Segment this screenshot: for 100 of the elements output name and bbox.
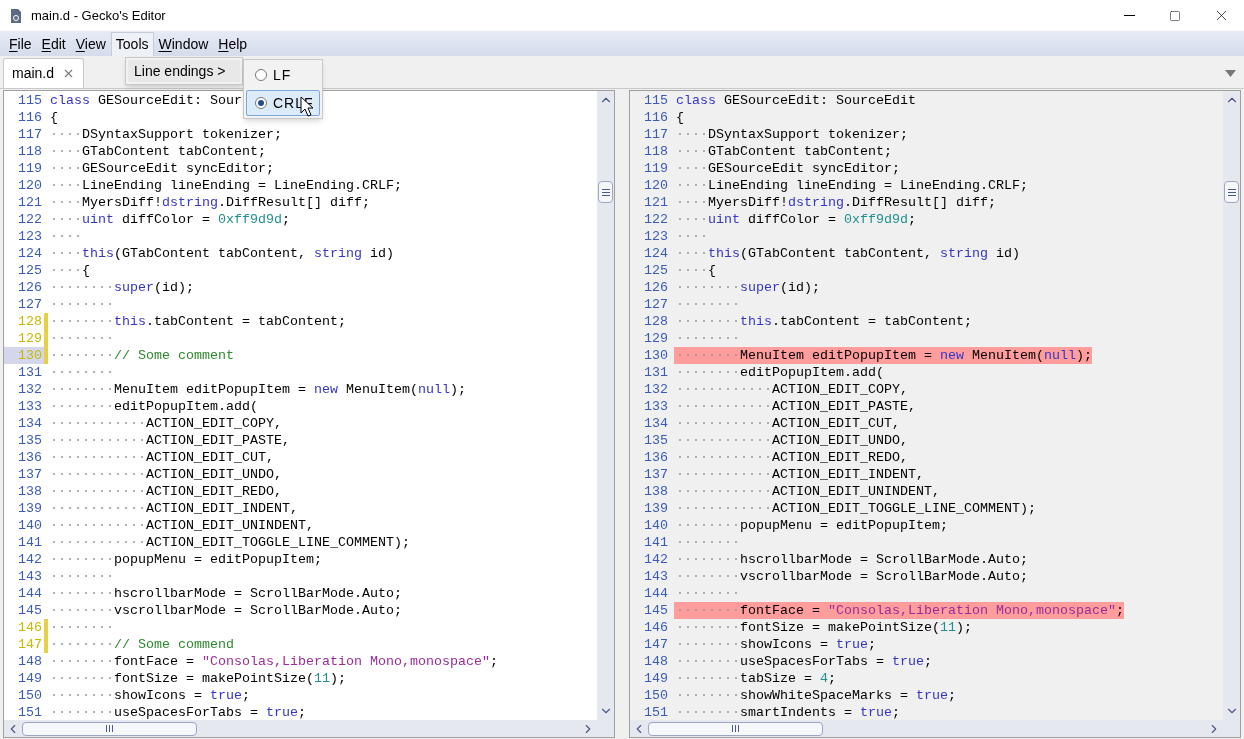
whitespace-marks: ········ <box>675 534 740 551</box>
vertical-scrollbar[interactable] <box>1223 91 1240 720</box>
line-number: 123 <box>17 228 43 245</box>
code-line: ········tabSize = 4; <box>675 670 836 687</box>
line-number: 147 <box>17 636 43 653</box>
line-number: 128 <box>643 313 669 330</box>
code-line: { <box>49 109 58 126</box>
whitespace-marks: ········ <box>675 296 740 313</box>
code-line: ····this(GTabContent tabContent, string id) <box>675 245 1020 262</box>
code-line: ········useSpacesForTabs = true; <box>49 704 306 720</box>
line-number: 139 <box>17 500 43 517</box>
line-number: 120 <box>643 177 669 194</box>
line-number: 119 <box>17 160 43 177</box>
code-line: ········hscrollbarMode = ScrollBarMode.Auto; <box>675 551 1028 568</box>
menu-item[interactable]: View <box>70 32 111 56</box>
line-number: 127 <box>643 296 669 313</box>
code-line: ····{ <box>49 262 90 279</box>
menu-item[interactable]: Tools <box>110 32 154 56</box>
line-number: 132 <box>17 381 43 398</box>
line-number: 115 <box>643 92 669 109</box>
code-line: ····uint diffColor = 0xff9d9d; <box>675 211 916 228</box>
line-number: 125 <box>643 262 669 279</box>
code-line: ············ACTION_EDIT_TOGGLE_LINE_COMMENT); <box>49 534 410 551</box>
line-number: 141 <box>17 534 43 551</box>
line-number: 124 <box>643 245 669 262</box>
radio-button[interactable] <box>255 97 267 109</box>
menu-entry[interactable]: Line endings > <box>128 60 240 82</box>
line-number: 139 <box>643 500 669 517</box>
code-line: ········popupMenu = editPopupItem; <box>675 517 948 534</box>
line-number: 148 <box>17 653 43 670</box>
line-number: 115 <box>17 92 43 109</box>
tab-list-icon[interactable] <box>1225 70 1236 77</box>
line-number: 151 <box>643 704 669 720</box>
line-number: 123 <box>643 228 669 245</box>
code-line: ········fontSize = makePointSize(11); <box>675 619 972 636</box>
minimize-icon <box>1123 15 1135 16</box>
radio-menu-entry[interactable]: LF <box>246 62 320 88</box>
horizontal-scrollbar[interactable] <box>630 720 1240 737</box>
line-number: 116 <box>643 109 669 126</box>
code-line: ············ACTION_EDIT_PASTE, <box>49 432 290 449</box>
line-number: 117 <box>643 126 669 143</box>
radio-button[interactable] <box>255 69 267 81</box>
line-number: 150 <box>17 687 43 704</box>
code-line: ····MyersDiff!dstring.DiffResult[] diff; <box>49 194 370 211</box>
code-line: ············ACTION_EDIT_COPY, <box>49 415 282 432</box>
code-line: ····uint diffColor = 0xff9d9d; <box>49 211 290 228</box>
scroll-thumb[interactable] <box>22 721 197 736</box>
line-number: 126 <box>643 279 669 296</box>
line-number: 145 <box>17 602 43 619</box>
line-number: 143 <box>17 568 43 585</box>
line-number: 142 <box>643 551 669 568</box>
code-line: ········this.tabContent = tabContent; <box>49 313 346 330</box>
code-line: ····DSyntaxSupport tokenizer; <box>49 126 282 143</box>
vertical-scrollbar[interactable] <box>597 91 614 720</box>
line-number: 118 <box>643 143 669 160</box>
code-line: ············ACTION_EDIT_TOGGLE_LINE_COMMENT); <box>675 500 1036 517</box>
code-line: ····DSyntaxSupport tokenizer; <box>675 126 908 143</box>
document-icon <box>10 7 22 24</box>
line-number: 149 <box>643 670 669 687</box>
line-number: 140 <box>17 517 43 534</box>
line-number: 136 <box>17 449 43 466</box>
editor-pane[interactable] <box>629 90 1241 738</box>
line-number: 133 <box>643 398 669 415</box>
menu-item[interactable]: Help <box>213 32 253 56</box>
menu-item[interactable]: Edit <box>36 32 71 56</box>
line-number: 126 <box>17 279 43 296</box>
editor-pane[interactable] <box>3 90 615 738</box>
line-number: 121 <box>643 194 669 211</box>
whitespace-marks: ········ <box>49 330 114 347</box>
horizontal-scrollbar[interactable] <box>4 720 614 737</box>
line-number: 136 <box>643 449 669 466</box>
code-line: ····GTabContent tabContent; <box>675 143 892 160</box>
menu-item[interactable]: Window <box>153 32 214 56</box>
line-number: 131 <box>643 364 669 381</box>
line-number: 148 <box>643 653 669 670</box>
code-line: { <box>675 109 684 126</box>
whitespace-marks: ········ <box>49 296 114 313</box>
line-number: 134 <box>17 415 43 432</box>
line-number: 151 <box>17 704 43 720</box>
editor-tab[interactable]: main.d <box>3 58 85 88</box>
code-line: ············ACTION_EDIT_REDO, <box>675 449 908 466</box>
code-line: ····LineEnding lineEnding = LineEnding.CRLF; <box>49 177 402 194</box>
code-line: ····{ <box>675 262 716 279</box>
line-number: 134 <box>643 415 669 432</box>
code-line: ········vscrollbarMode = ScrollBarMode.Auto; <box>675 568 1028 585</box>
line-number: 119 <box>643 160 669 177</box>
code-line: ········hscrollbarMode = ScrollBarMode.Auto; <box>49 585 402 602</box>
line-number: 135 <box>17 432 43 449</box>
line-number: 124 <box>17 245 43 262</box>
scroll-thumb[interactable] <box>648 721 823 736</box>
scroll-thumb[interactable] <box>598 181 613 203</box>
menu-item[interactable]: File <box>4 32 37 56</box>
line-number: 138 <box>17 483 43 500</box>
line-number: 118 <box>17 143 43 160</box>
scroll-thumb[interactable] <box>1224 181 1239 203</box>
line-number: 138 <box>643 483 669 500</box>
code-line: ············ACTION_EDIT_COPY, <box>675 381 908 398</box>
line-number: 137 <box>643 466 669 483</box>
line-number: 120 <box>17 177 43 194</box>
line-number: 140 <box>643 517 669 534</box>
